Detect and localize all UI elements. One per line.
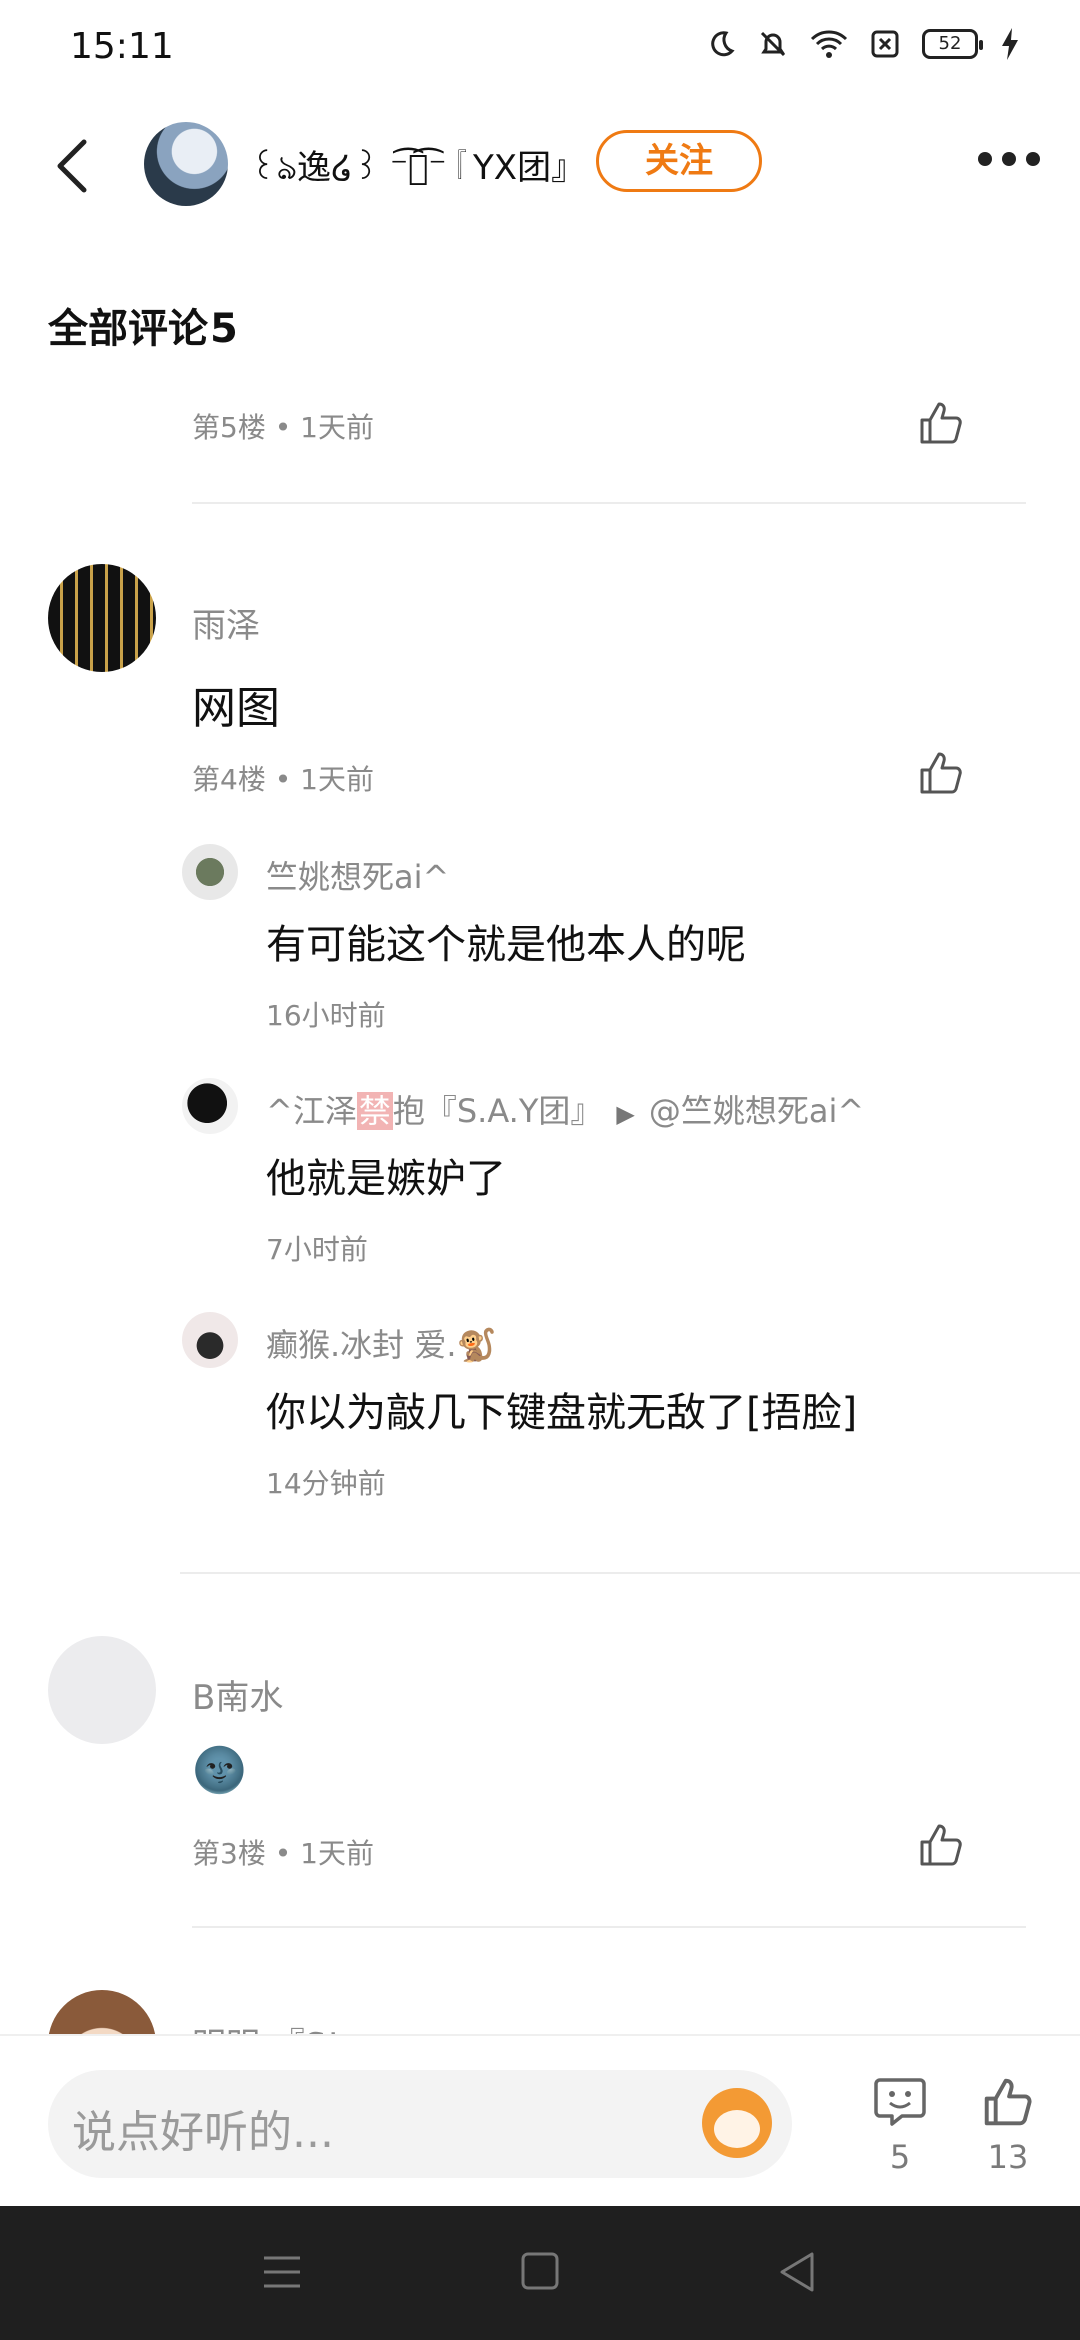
status-time: 15:11 — [70, 26, 174, 67]
reply-time: 7小时前 — [266, 1233, 368, 1266]
header: ꒰ঌ逸໒꒱ ⁻͡🗡͡⁻『YX团』 关注 — [0, 100, 1080, 230]
mascot-icon[interactable] — [702, 2088, 772, 2158]
menu-icon[interactable] — [262, 2250, 302, 2294]
comment-count-button[interactable]: 5 — [860, 2074, 940, 2176]
thumbs-up-icon[interactable] — [916, 1820, 966, 1870]
comment-username[interactable]: 雨泽 — [192, 598, 260, 647]
author-avatar[interactable] — [144, 122, 228, 206]
more-dots-icon — [978, 152, 992, 166]
thumbs-up-icon — [984, 2078, 1032, 2126]
thumbs-up-icon[interactable] — [916, 398, 966, 448]
comment-content: 网图 — [192, 683, 280, 734]
reply-content: 他就是嫉妒了 — [266, 1156, 506, 1202]
bell-off-icon — [760, 31, 786, 57]
system-nav-bar — [0, 2206, 1080, 2340]
reply-content: 有可能这个就是他本人的呢 — [266, 922, 746, 968]
status-icons: 52 — [706, 28, 1020, 60]
battery-indicator: 52 — [922, 29, 983, 59]
more-button[interactable] — [978, 152, 1040, 166]
comment-content: 🌚 — [192, 1745, 247, 1796]
author-name[interactable]: ꒰ঌ逸໒꒱ ⁻͡🗡͡⁻『YX团』 — [250, 140, 585, 199]
reply-time: 14分钟前 — [266, 1467, 386, 1500]
reply-avatar[interactable] — [182, 844, 238, 900]
reply-content: 你以为敲几下键盘就无敌了[捂脸] — [266, 1390, 858, 1436]
comment-count: 5 — [210, 306, 238, 352]
reply-avatar[interactable] — [182, 1078, 238, 1134]
reply-username[interactable]: 竺姚想死ai^ — [266, 852, 449, 898]
reply-avatar[interactable] — [182, 1312, 238, 1368]
comment-input-bar: 说点好听的... 5 13 — [0, 2034, 1080, 2206]
reply-username-prefix: ^江泽 — [266, 1092, 357, 1130]
comments-section-title: 全部评论5 — [48, 296, 238, 354]
comment-meta: 第5楼 • 1天前 — [192, 411, 374, 444]
divider — [192, 1926, 1026, 1928]
reply-username[interactable]: ^江泽禁抱『S.A.Y团』 ▶ @竺姚想死ai^ — [266, 1086, 864, 1132]
divider — [192, 502, 1026, 504]
reply-time: 16小时前 — [266, 999, 386, 1032]
comment-bubble-icon — [874, 2078, 926, 2126]
reply-to-user[interactable]: @竺姚想死ai^ — [649, 1092, 864, 1130]
back-button[interactable] — [48, 134, 96, 198]
home-square-icon[interactable] — [520, 2250, 560, 2294]
reply-username[interactable]: 癫猴.冰封 爱.🐒 — [266, 1320, 496, 1366]
reply-username-suffix: 抱『S.A.Y团』 — [392, 1092, 603, 1130]
follow-button[interactable]: 关注 — [596, 130, 762, 192]
thumbs-up-icon[interactable] — [916, 748, 966, 798]
avatar[interactable] — [48, 564, 156, 672]
ban-badge: 禁 — [356, 1092, 393, 1130]
comment-count-label: 5 — [889, 2138, 911, 2176]
comment-username[interactable]: B南水 — [192, 1670, 283, 1719]
triangle-back-icon[interactable] — [778, 2250, 818, 2294]
divider — [180, 1572, 1080, 1574]
charging-icon — [1002, 28, 1018, 60]
avatar[interactable] — [48, 1636, 156, 1744]
comment-meta: 第3楼 • 1天前 — [192, 1837, 374, 1870]
comment-input-placeholder: 说点好听的... — [72, 2107, 334, 2158]
status-bar: 15:11 52 — [0, 0, 1080, 96]
section-title-label: 全部评论 — [48, 306, 208, 352]
like-count-button[interactable]: 13 — [968, 2074, 1048, 2176]
like-count-label: 13 — [987, 2138, 1029, 2176]
comment-meta: 第4楼 • 1天前 — [192, 763, 374, 796]
reply-arrow-icon: ▶ — [616, 1100, 635, 1128]
wifi-icon — [810, 30, 848, 58]
back-arrow-icon — [57, 139, 87, 193]
comment-input[interactable]: 说点好听的... — [48, 2070, 792, 2178]
sim-off-icon — [871, 30, 899, 58]
moon-icon — [711, 31, 735, 57]
